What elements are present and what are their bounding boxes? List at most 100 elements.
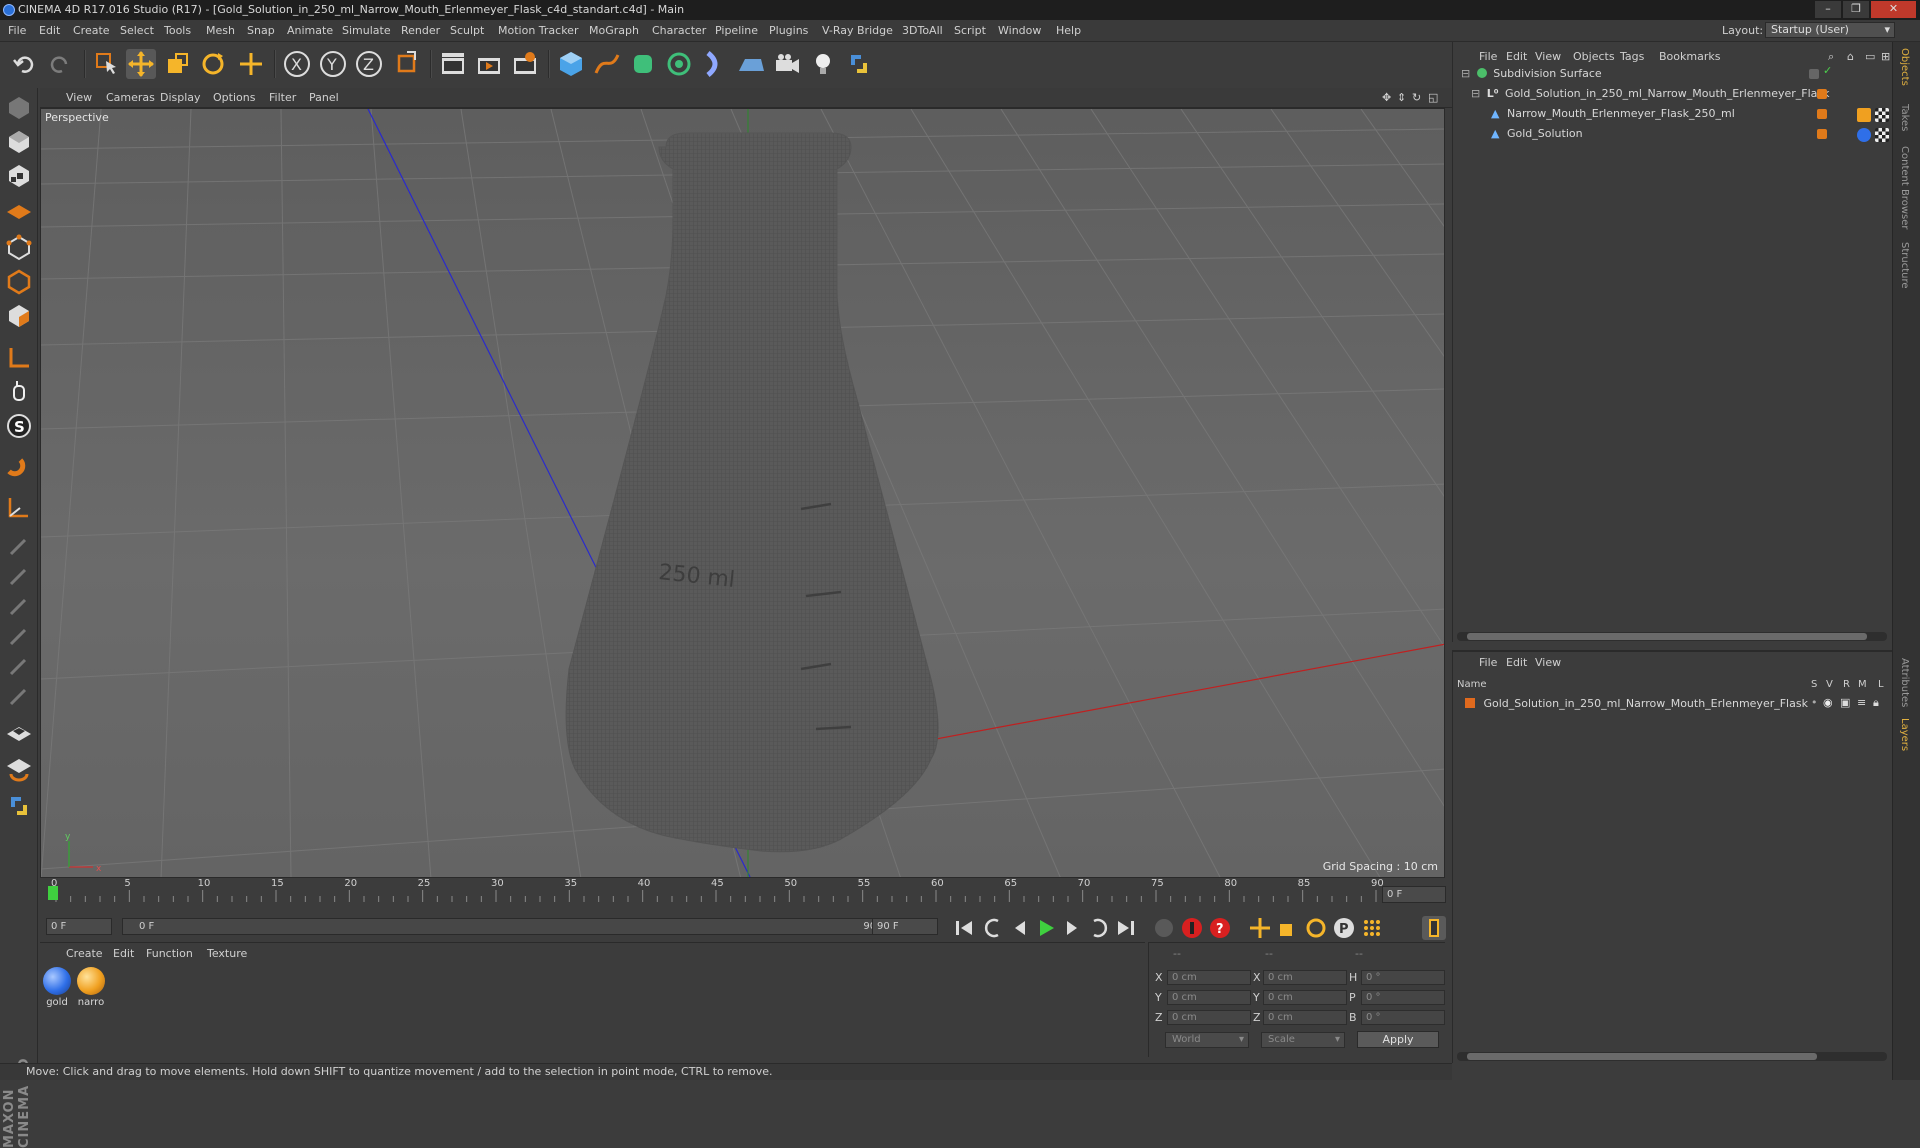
coordinate-mode-select[interactable]: World ▾ [1165,1032,1249,1048]
record-keys-off-button[interactable] [1152,916,1176,940]
tab-objects[interactable]: Objects [1899,48,1910,86]
live-selection-button[interactable] [92,49,122,79]
minimize-button[interactable]: – [1815,1,1841,18]
coordinate-system-button[interactable] [392,49,422,79]
menu-animate[interactable]: Animate [287,24,333,37]
render-clapper-icon[interactable]: ▣ [1840,696,1850,709]
points-mode-button[interactable] [5,234,33,262]
viewport-perspective[interactable]: 250 ml y x Perspective Grid Spacing : 10… [40,108,1445,878]
object-manager-scrollbar[interactable] [1457,632,1887,641]
object-menu-objects[interactable]: Objects [1573,50,1615,63]
tab-layers[interactable]: Layers [1899,718,1910,751]
autokey-button[interactable]: ? [1208,916,1232,940]
menu-window[interactable]: Window [998,24,1041,37]
layer-color-tag[interactable] [1817,89,1827,99]
column-name[interactable]: Name [1457,679,1487,690]
sculpt-tool-4-button[interactable] [5,622,33,650]
layer-color-tag[interactable] [1817,109,1827,119]
close-button[interactable]: ✕ [1871,1,1916,18]
next-key-button[interactable] [1086,916,1110,940]
layer-color-tag[interactable] [1817,129,1827,139]
menu-simulate[interactable]: Simulate [342,24,391,37]
layer-menu-edit[interactable]: Edit [1506,656,1527,669]
collapse-icon[interactable]: ⊟ [1471,87,1480,100]
undo-button[interactable] [10,49,40,79]
material-tag-icon[interactable] [1857,128,1871,142]
current-frame-field[interactable]: 0 F [1382,886,1446,903]
enabled-check-icon[interactable]: ✓ [1823,64,1832,77]
rotation-b-field[interactable]: 0 ° [1361,1010,1445,1025]
solo-dot-icon[interactable]: • [1811,696,1818,709]
render-to-picture-viewer-button[interactable] [474,49,504,79]
previous-key-button[interactable] [982,916,1006,940]
key-scale-button[interactable] [1276,916,1300,940]
timeline-layout-button[interactable] [1422,916,1446,940]
menu-character[interactable]: Character [652,24,706,37]
layer-menu-file[interactable]: File [1479,656,1497,669]
new-panel-icon[interactable]: ⊞ [1881,50,1890,63]
layer-color-swatch[interactable] [1465,698,1475,708]
menu-snap[interactable]: Snap [247,24,275,37]
layout-select[interactable]: Startup (User) ▾ [1765,22,1895,38]
menu-file[interactable]: File [8,24,26,37]
viewport-menu-cameras[interactable]: Cameras [106,91,155,104]
add-camera-button[interactable] [772,49,802,79]
viewport-rotate-icon[interactable]: ↻ [1412,91,1421,104]
end-frame-field[interactable]: 90 F [872,918,938,935]
menu-mesh[interactable]: Mesh [206,24,235,37]
key-rotation-button[interactable] [1304,916,1328,940]
position-x-field[interactable]: 0 cm [1167,970,1251,985]
size-z-field[interactable]: 0 cm [1263,1010,1347,1025]
x-axis-lock-button[interactable]: X [282,49,312,79]
material-menu-function[interactable]: Function [146,947,193,960]
go-to-start-button[interactable] [952,916,976,940]
maximize-button[interactable]: ❐ [1843,1,1869,18]
object-row-gold-solution[interactable]: ▲ Gold_Solution [1491,126,1583,142]
snapping-button[interactable]: S [5,412,33,440]
texture-mode-button[interactable] [5,162,33,190]
rotation-p-field[interactable]: 0 ° [1361,990,1445,1005]
previous-frame-button[interactable] [1008,916,1032,940]
menu-mograph[interactable]: MoGraph [589,24,639,37]
sculpt-tool-1-button[interactable] [5,532,33,560]
viewport-menu-view[interactable]: View [66,91,92,104]
sculpt-tool-3-button[interactable] [5,592,33,620]
python-console-button[interactable] [5,792,33,820]
column-manager[interactable]: M [1858,679,1867,690]
size-mode-select[interactable]: Scale ▾ [1261,1032,1345,1048]
material-menu-texture[interactable]: Texture [207,947,247,960]
render-settings-button[interactable] [510,49,540,79]
menu-plugins[interactable]: Plugins [769,24,808,37]
tab-takes[interactable]: Takes [1899,104,1910,131]
layer-row[interactable]: Gold_Solution_in_250_ml_Narrow_Mouth_Erl… [1465,696,1808,712]
viewport-menu-filter[interactable]: Filter [269,91,296,104]
menu-select[interactable]: Select [120,24,154,37]
texture-tag-icon[interactable] [1875,128,1889,142]
go-to-end-button[interactable] [1114,916,1138,940]
key-parameter-button[interactable]: P [1332,916,1356,940]
object-row-flask-mesh[interactable]: ▲ Narrow_Mouth_Erlenmeyer_Flask_250_ml [1491,106,1735,122]
workplane-mode-button[interactable] [5,196,33,224]
position-z-field[interactable]: 0 cm [1167,1010,1251,1025]
object-menu-tags[interactable]: Tags [1620,50,1644,63]
menu-sculpt[interactable]: Sculpt [450,24,484,37]
layer-manager-scrollbar[interactable] [1457,1052,1887,1061]
object-row-flask-group[interactable]: ⊟ L⁰ Gold_Solution_in_250_ml_Narrow_Mout… [1471,86,1830,102]
menu-tools[interactable]: Tools [164,24,191,37]
sculpt-tool-6-button[interactable] [5,682,33,710]
column-locked[interactable]: L [1878,679,1884,690]
record-button[interactable] [1180,916,1204,940]
edges-mode-button[interactable] [5,268,33,296]
make-editable-button[interactable] [5,94,33,122]
menu-3dtoall[interactable]: 3DToAll [902,24,943,37]
transform-tool-button[interactable] [236,49,266,79]
magnet-tool-button[interactable] [5,456,33,484]
rotate-tool-button[interactable] [198,49,228,79]
menu-create[interactable]: Create [73,24,110,37]
add-cube-button[interactable] [556,49,586,79]
add-nurbs-button[interactable] [628,49,658,79]
tab-content-browser[interactable]: Content Browser [1899,146,1910,229]
object-menu-view[interactable]: View [1535,50,1561,63]
move-tool-button[interactable] [126,49,156,79]
apply-button[interactable]: Apply [1357,1031,1439,1048]
